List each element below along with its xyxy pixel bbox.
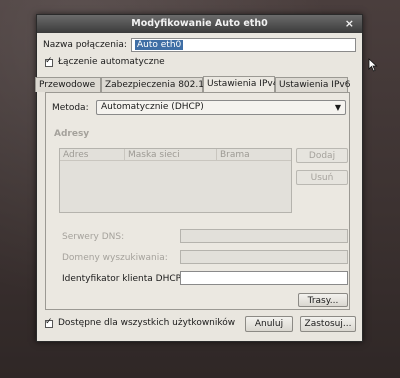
edit-connection-dialog: Modyfikowanie Auto eth0 × Nazwa połączen…	[35, 14, 363, 342]
dhcp-client-id-label: Identyfikator klienta DHCP:	[62, 274, 185, 284]
chevron-down-icon: ▼	[334, 103, 341, 112]
auto-connect-label: Łączenie automatyczne	[58, 57, 165, 67]
method-value: Automatycznie (DHCP)	[101, 102, 204, 112]
tab-ipv6-settings[interactable]: Ustawienia IPv6	[275, 77, 350, 92]
connection-name-input[interactable]: Auto eth0	[131, 38, 356, 52]
method-select[interactable]: Automatycznie (DHCP) ▼	[96, 100, 346, 115]
auto-connect-checkbox[interactable]: ✓	[45, 56, 53, 67]
apply-button[interactable]: Zastosuj...	[300, 316, 356, 332]
method-label: Metoda:	[52, 103, 89, 113]
close-icon[interactable]: ×	[345, 17, 354, 30]
column-divider	[216, 149, 217, 160]
available-all-users-label: Dostępne dla wszystkich użytkowników	[58, 318, 236, 328]
dns-servers-input[interactable]	[180, 229, 348, 243]
connection-name-value: Auto eth0	[135, 40, 184, 50]
remove-address-button[interactable]: Usuń	[296, 170, 348, 185]
column-divider	[124, 149, 125, 160]
column-header-address: Adres	[63, 150, 89, 160]
tab-ipv4-settings[interactable]: Ustawienia IPv4	[203, 76, 278, 93]
column-header-gateway: Brama	[220, 150, 250, 160]
window-title: Modyfikowanie Auto eth0	[131, 18, 268, 29]
dhcp-client-id-input[interactable]	[180, 271, 348, 285]
search-domains-label: Domeny wyszukiwania:	[62, 253, 168, 263]
available-all-users-checkbox[interactable]: ✓	[45, 317, 53, 328]
search-domains-input[interactable]	[180, 250, 348, 264]
mouse-pointer-icon	[368, 58, 378, 72]
connection-name-label: Nazwa połączenia:	[43, 40, 127, 50]
routes-button[interactable]: Trasy...	[298, 293, 348, 307]
addresses-heading: Adresy	[54, 129, 90, 139]
addresses-table-header: Adres Maska sieci Brama	[60, 149, 291, 161]
addresses-table: Adres Maska sieci Brama	[59, 148, 292, 213]
tab-wired[interactable]: Przewodowe	[35, 77, 101, 92]
dns-servers-label: Serwery DNS:	[62, 232, 125, 242]
column-header-netmask: Maska sieci	[128, 150, 180, 160]
ipv4-settings-panel: Metoda: Automatycznie (DHCP) ▼ Adresy Ad…	[45, 92, 350, 310]
cancel-button[interactable]: Anuluj	[245, 316, 293, 332]
title-bar[interactable]: Modyfikowanie Auto eth0 ×	[37, 15, 362, 33]
add-address-button[interactable]: Dodaj	[296, 148, 348, 163]
tab-8021x-security[interactable]: Zabezpieczenia 802.1x	[101, 77, 209, 92]
